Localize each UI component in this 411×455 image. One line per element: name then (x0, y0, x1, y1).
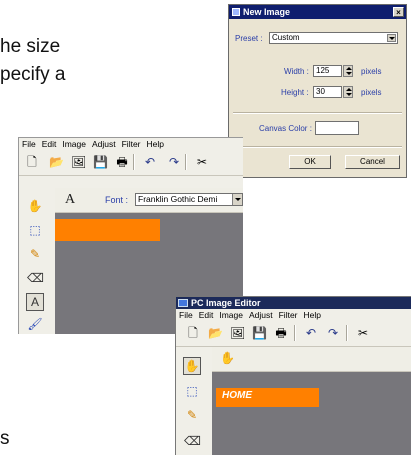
font-tool-icon: A (65, 192, 76, 207)
toolbar-separator (294, 325, 296, 341)
height-stepper[interactable] (343, 86, 353, 98)
dialog-title-bar: New Image × (229, 5, 406, 19)
new-file-icon[interactable]: 🗋 (25, 155, 39, 169)
menu-help[interactable]: Help (147, 138, 164, 151)
dialog-title: New Image (243, 7, 291, 17)
undo-icon[interactable]: ↶ (143, 155, 157, 169)
preset-value: Custom (272, 33, 300, 42)
open-folder-icon[interactable]: 📂 (208, 326, 223, 340)
toolbar: 🗋 📂 🖼 💾 🖶 ↶ ↷ ✂ (176, 322, 411, 347)
banner-text: HOME (222, 390, 252, 401)
hand-icon[interactable]: ✋ (183, 357, 201, 375)
menu-file[interactable]: File (22, 138, 36, 151)
redo-icon[interactable]: ↷ (167, 155, 181, 169)
divider (233, 146, 402, 148)
menu-bar: File Edit Image Adjust Filter Help (19, 138, 243, 151)
font-select[interactable]: Franklin Gothic Demi (135, 193, 243, 206)
options-bar: ✋ (212, 347, 411, 372)
width-unit: pixels (361, 67, 382, 76)
pencil-icon[interactable]: ✎ (184, 407, 200, 423)
toolbar-separator (133, 154, 135, 170)
toolbar: 🗋 📂 🖼 💾 🖶 ↶ ↷ ✂ (19, 151, 243, 176)
menu-help[interactable]: Help (304, 309, 321, 322)
background-text-line-3: s (0, 428, 10, 449)
selection-icon[interactable]: ⬚ (184, 383, 200, 399)
redo-icon[interactable]: ↷ (326, 326, 340, 340)
height-label: Height : (281, 88, 309, 97)
height-unit: pixels (361, 88, 382, 97)
menu-image[interactable]: Image (62, 138, 86, 151)
preset-label: Preset : (235, 34, 263, 43)
width-field[interactable]: 125 (313, 65, 342, 77)
canvas-color-swatch[interactable] (315, 121, 359, 135)
menu-bar: File Edit Image Adjust Filter Help (176, 309, 411, 322)
chevron-down-icon[interactable] (387, 34, 396, 42)
ok-button[interactable]: OK (289, 155, 331, 169)
tools-panel: ✋ ⬚ ✎ ⌫ A 🖌 (19, 188, 55, 334)
cancel-button[interactable]: Cancel (345, 155, 400, 169)
background-text-line-1: he size (0, 36, 61, 57)
options-bar: A Font : Franklin Gothic Demi (55, 188, 243, 213)
eraser-icon[interactable]: ⌫ (27, 270, 44, 286)
open-folder-icon[interactable]: 📂 (49, 155, 64, 169)
font-label: Font : (105, 195, 129, 205)
editor-window-front: PC Image Editor File Edit Image Adjust F… (175, 296, 411, 455)
pencil-icon[interactable]: ✎ (27, 246, 43, 262)
close-button[interactable]: × (393, 7, 404, 17)
toolbar-separator (185, 154, 187, 170)
menu-edit[interactable]: Edit (199, 309, 214, 322)
menu-edit[interactable]: Edit (42, 138, 57, 151)
menu-file[interactable]: File (179, 309, 193, 322)
save-icon[interactable]: 💾 (93, 155, 108, 169)
preset-select[interactable]: Custom (269, 32, 398, 44)
image-canvas[interactable]: HOME (212, 372, 411, 455)
cut-icon[interactable]: ✂ (356, 326, 370, 340)
text-tool-icon[interactable]: A (26, 293, 44, 311)
window-title: PC Image Editor (191, 298, 261, 308)
app-icon (232, 8, 240, 16)
app-icon (178, 299, 188, 307)
orange-banner: HOME (216, 388, 319, 407)
eraser-icon[interactable]: ⌫ (184, 433, 201, 449)
width-label: Width : (284, 67, 309, 76)
hand-icon[interactable]: ✋ (27, 198, 43, 214)
toolbar-separator (346, 325, 348, 341)
orange-banner (55, 219, 160, 241)
tools-panel: ✋ ⬚ ✎ ⌫ (176, 347, 212, 455)
height-field[interactable]: 30 (313, 86, 342, 98)
width-stepper[interactable] (343, 65, 353, 77)
brush-icon[interactable]: 🖌 (27, 316, 43, 332)
chevron-down-icon[interactable] (232, 194, 242, 205)
print-icon[interactable]: 🖶 (115, 155, 129, 169)
print-icon[interactable]: 🖶 (274, 326, 288, 340)
menu-image[interactable]: Image (219, 309, 243, 322)
save-icon[interactable]: 💾 (252, 326, 267, 340)
selection-icon[interactable]: ⬚ (27, 222, 43, 238)
menu-adjust[interactable]: Adjust (92, 138, 116, 151)
new-file-icon[interactable]: 🗋 (186, 326, 200, 340)
canvas-color-label: Canvas Color : (259, 124, 312, 133)
browse-icon[interactable]: 🖼 (230, 326, 245, 340)
font-value: Franklin Gothic Demi (138, 194, 218, 204)
cut-icon[interactable]: ✂ (195, 155, 209, 169)
browse-icon[interactable]: 🖼 (71, 155, 86, 169)
background-text-line-2: pecify a (0, 64, 66, 85)
menu-adjust[interactable]: Adjust (249, 309, 273, 322)
window-title-bar: PC Image Editor (176, 297, 411, 309)
menu-filter[interactable]: Filter (122, 138, 141, 151)
divider (233, 112, 402, 114)
menu-filter[interactable]: Filter (279, 309, 298, 322)
undo-icon[interactable]: ↶ (304, 326, 318, 340)
hand-icon: ✋ (220, 351, 235, 365)
new-image-dialog: New Image × Preset : Custom Width : 125 … (228, 4, 407, 178)
